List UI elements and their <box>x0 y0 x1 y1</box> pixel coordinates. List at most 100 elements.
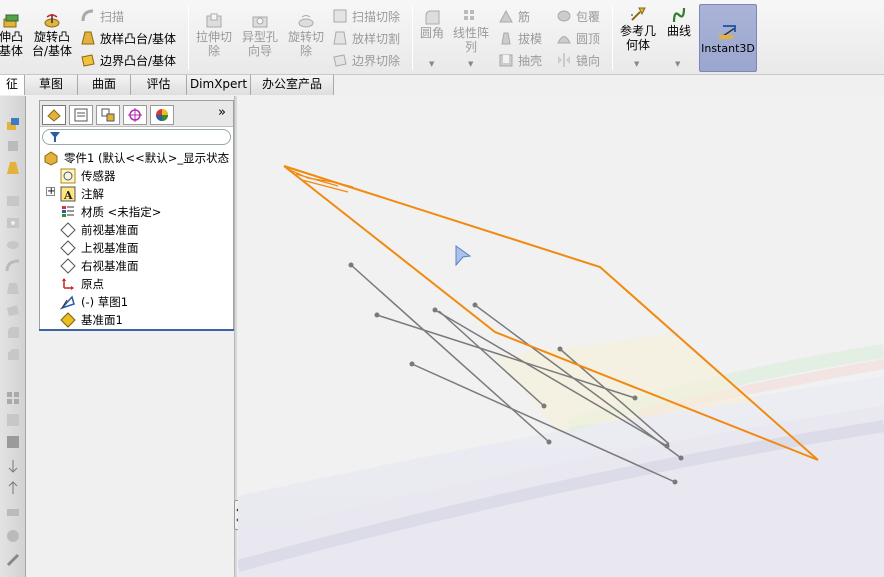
tree-item-plane1[interactable]: 基准面1 <box>60 311 123 329</box>
cut-tool-icon[interactable] <box>5 192 21 208</box>
revolve-cut-tool-icon[interactable] <box>5 236 21 252</box>
sketch-point[interactable] <box>632 395 638 401</box>
sketch-point[interactable] <box>374 312 380 318</box>
expand-toggle[interactable]: + <box>46 187 55 197</box>
dimxpert-manager-tab-icon[interactable] <box>123 105 147 125</box>
boundary-boss-button[interactable]: 边界凸台/基体 <box>80 50 176 70</box>
reference-geometry-button[interactable]: 参考几 何体 <box>616 6 660 52</box>
plane-icon <box>60 240 76 256</box>
hole-tool-icon[interactable] <box>5 214 21 230</box>
mirror-tool-icon[interactable] <box>5 412 21 428</box>
property-manager-tab-icon[interactable] <box>69 105 93 125</box>
draft-button[interactable]: 拔模 <box>498 28 542 48</box>
lofted-cut-button[interactable]: 放样切割 <box>332 28 400 48</box>
tree-item-material[interactable]: 材质 <未指定> <box>60 203 161 221</box>
tab-features[interactable]: 征 <box>0 75 25 95</box>
tab-dimxpert[interactable]: DimXpert <box>187 75 251 95</box>
sketch-point[interactable] <box>348 262 354 268</box>
sketch-point[interactable] <box>541 403 547 409</box>
edit-tool-icon[interactable] <box>5 552 21 568</box>
tree-item-annotations[interactable]: A 注解 <box>60 185 104 203</box>
extruded-boss-button[interactable]: 伸凸 基体 <box>0 12 24 58</box>
tab-evaluate[interactable]: 评估 <box>131 75 187 95</box>
sketch-icon <box>60 294 76 310</box>
reference-geometry-dropdown-arrow[interactable]: ▼ <box>634 60 639 68</box>
sketch-line[interactable] <box>350 264 550 443</box>
pattern-tool-icon[interactable] <box>5 390 21 406</box>
more-tabs-arrow[interactable]: » <box>218 105 226 120</box>
tree-item-label: 前视基准面 <box>81 223 139 237</box>
fillet-button[interactable]: 圆角 <box>414 8 450 40</box>
tree-item-sensors[interactable]: 传感器 <box>60 167 116 185</box>
tab-office-products[interactable]: 办公室产品 <box>251 75 334 95</box>
revolved-boss-button[interactable]: 旋转凸 台/基体 <box>30 12 74 58</box>
loft-cut-tool-icon[interactable] <box>5 280 21 296</box>
instant3d-button[interactable]: Instant3D <box>699 4 757 72</box>
rib-button[interactable]: 筋 <box>498 6 530 26</box>
sketch-point[interactable] <box>664 443 670 449</box>
tab-sketch[interactable]: 草图 <box>25 75 78 95</box>
dome-button[interactable]: 圆顶 <box>556 28 600 48</box>
delete-body-tool-icon[interactable] <box>5 528 21 544</box>
boundary-tool-icon[interactable] <box>5 302 21 318</box>
graphics-area[interactable] <box>238 96 884 577</box>
instant3d-label: Instant3D <box>701 41 755 55</box>
feature-manager-tab-icon[interactable] <box>42 105 66 125</box>
sketch-point[interactable] <box>432 307 438 313</box>
curves-dropdown-arrow[interactable]: ▼ <box>675 60 680 68</box>
feature-filter-input[interactable] <box>42 129 231 145</box>
linear-pattern-label: 线性阵 列 <box>452 26 489 54</box>
sketch-point[interactable] <box>472 302 478 308</box>
display-manager-tab-icon[interactable] <box>150 105 174 125</box>
tab-label: 草图 <box>38 77 63 91</box>
part-icon <box>43 150 59 166</box>
linear-pattern-button[interactable]: 线性阵 列 <box>450 8 492 54</box>
sketch-point[interactable] <box>546 439 552 445</box>
swept-tool-icon[interactable] <box>5 258 21 274</box>
curves-button[interactable]: 曲线 <box>662 6 696 38</box>
mirror-button[interactable]: 镜向 <box>556 50 600 70</box>
move-tool-icon[interactable] <box>5 458 21 474</box>
sketch-point[interactable] <box>409 361 415 367</box>
mirror-icon <box>556 52 572 68</box>
plane1-label-tag[interactable] <box>287 168 354 193</box>
tab-surfaces[interactable]: 曲面 <box>78 75 131 95</box>
sweep-button[interactable]: 扫描 <box>80 6 124 26</box>
svg-text:A: A <box>63 189 73 202</box>
loft-boss-button[interactable]: 放样凸台/基体 <box>80 28 176 48</box>
sketch-point[interactable] <box>557 346 563 352</box>
tree-item-right-plane[interactable]: 右视基准面 <box>60 257 139 275</box>
sketch-point[interactable] <box>672 479 678 485</box>
fillet-label: 圆角 <box>419 26 444 40</box>
extruded-boss-label: 伸凸 基体 <box>0 30 23 58</box>
pattern-dropdown-arrow[interactable]: ▼ <box>468 60 473 68</box>
revolve-tool-icon[interactable] <box>5 138 21 154</box>
tree-item-label: 注解 <box>81 187 104 201</box>
fillet-tool-icon[interactable] <box>5 324 21 340</box>
tab-label: 评估 <box>146 77 171 91</box>
extruded-cut-button[interactable]: 拉伸切 除 <box>192 12 236 58</box>
swept-cut-button[interactable]: 扫描切除 <box>332 6 400 26</box>
revolved-cut-button[interactable]: 旋转切 除 <box>284 12 328 58</box>
tree-item-front-plane[interactable]: 前视基准面 <box>60 221 139 239</box>
configuration-manager-tab-icon[interactable] <box>96 105 120 125</box>
wrap-button[interactable]: 包覆 <box>556 6 600 26</box>
tree-item-sketch1[interactable]: (-) 草图1 <box>60 293 128 311</box>
tree-item-origin[interactable]: 原点 <box>60 275 104 293</box>
chamfer-tool-icon[interactable] <box>5 346 21 362</box>
tree-item-top-plane[interactable]: 上视基准面 <box>60 239 139 257</box>
sketch-point[interactable] <box>678 455 684 461</box>
tab-label: DimXpert <box>189 77 248 91</box>
fillet-dropdown-arrow[interactable]: ▼ <box>429 60 434 68</box>
loft-tool-icon[interactable] <box>5 160 21 176</box>
hole-wizard-button[interactable]: 异型孔 向导 <box>238 12 282 58</box>
shell-button[interactable]: 抽壳 <box>498 50 542 70</box>
curves-label: 曲线 <box>666 24 691 38</box>
combine-tool-icon[interactable] <box>5 504 21 520</box>
extrude-tool-icon[interactable] <box>5 116 21 132</box>
sketch-tool-icon[interactable] <box>5 434 21 450</box>
boundary-cut-button[interactable]: 边界切除 <box>332 50 400 70</box>
tree-root-part[interactable]: 零件1 (默认<<默认>_显示状态 <box>43 149 229 167</box>
split-tool-icon[interactable] <box>5 480 21 496</box>
feature-manager-panel: » 零件1 (默认<<默认>_显示状态 传感器 + A 注解 材质 <未指定> … <box>39 100 234 330</box>
